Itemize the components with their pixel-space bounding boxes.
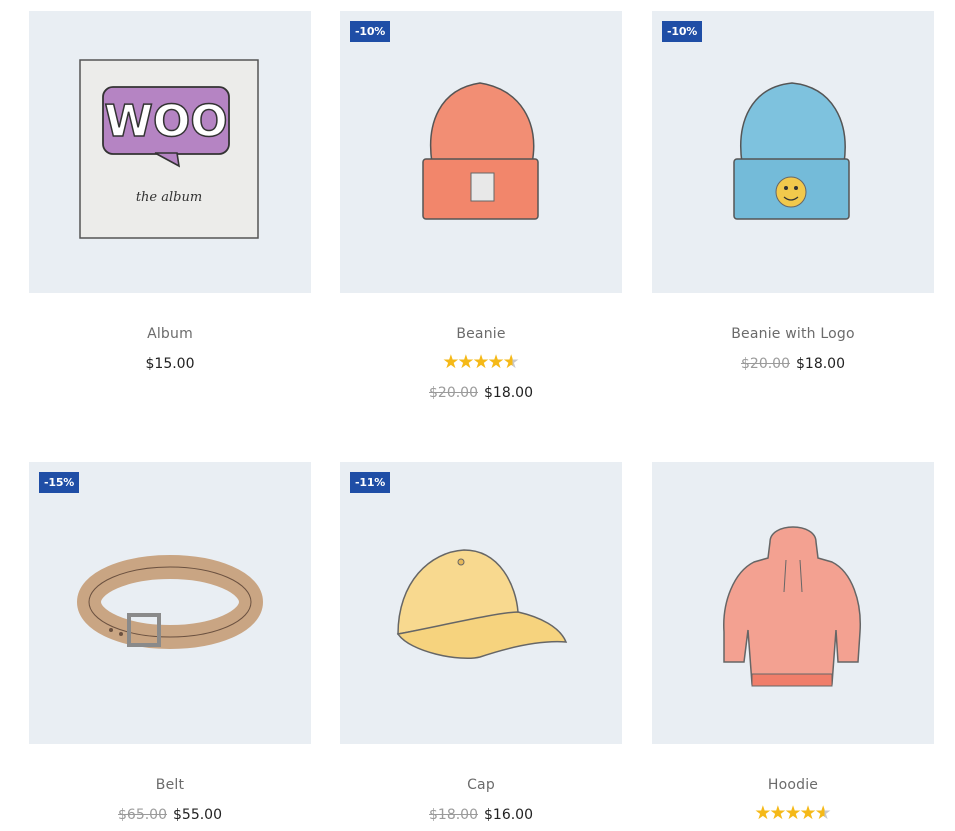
- current-price: $55.00: [173, 807, 222, 823]
- product-card: WOO the album Album $15.00: [29, 11, 311, 372]
- regular-price: $20.00: [741, 356, 790, 372]
- product-image-link[interactable]: -11%: [340, 462, 622, 744]
- regular-price: $20.00: [429, 385, 478, 401]
- product-title[interactable]: Beanie: [340, 326, 622, 342]
- sale-badge: -15%: [39, 472, 80, 493]
- product-card: -10% Beanie with Logo $20.00 $18.00: [652, 11, 934, 372]
- half-star-icon: ★: [814, 802, 832, 824]
- product-price: $65.00 $55.00: [29, 807, 311, 823]
- star-icon: ★: [784, 802, 802, 824]
- star-icon: ★: [487, 351, 505, 373]
- regular-price: $18.00: [429, 807, 478, 823]
- product-card: -10% Beanie ★★★★★ $20.00 $18.00: [340, 11, 622, 401]
- star-rating: ★★★★★: [652, 802, 934, 824]
- sale-badge: -10%: [350, 21, 391, 42]
- product-title[interactable]: Beanie with Logo: [652, 326, 934, 342]
- star-icon: ★: [472, 351, 490, 373]
- current-price: $18.00: [484, 385, 533, 401]
- product-image-link[interactable]: [652, 462, 934, 744]
- star-rating: ★★★★★: [340, 351, 622, 373]
- product-title[interactable]: Belt: [29, 777, 311, 793]
- product-image-link[interactable]: -10%: [652, 11, 934, 293]
- album-caption-text: the album: [136, 190, 202, 205]
- woo-album-image: WOO the album: [79, 59, 259, 239]
- current-price: $15.00: [145, 356, 195, 372]
- product-image-link[interactable]: WOO the album: [29, 11, 311, 293]
- orange-beanie-image: [422, 82, 539, 220]
- product-price: $20.00 $18.00: [652, 356, 934, 372]
- product-image-link[interactable]: -10%: [340, 11, 622, 293]
- product-title[interactable]: Hoodie: [652, 777, 934, 793]
- leather-belt-image: [77, 555, 263, 649]
- star-icon: ★: [799, 802, 817, 824]
- album-logo-text: WOO: [104, 96, 227, 147]
- yellow-cap-image: [396, 549, 568, 660]
- half-star-icon: ★: [502, 351, 520, 373]
- sale-badge: -11%: [350, 472, 391, 493]
- blue-beanie-image: [733, 82, 850, 220]
- regular-price: $65.00: [118, 807, 167, 823]
- product-card: -11% Cap $18.00 $16.00: [340, 462, 622, 823]
- product-title[interactable]: Album: [29, 326, 311, 342]
- product-price: $20.00 $18.00: [340, 385, 622, 401]
- product-price: $18.00 $16.00: [340, 807, 622, 823]
- current-price: $16.00: [484, 807, 533, 823]
- current-price: $18.00: [796, 356, 845, 372]
- product-title[interactable]: Cap: [340, 777, 622, 793]
- product-image-link[interactable]: -15%: [29, 462, 311, 744]
- sale-badge: -10%: [662, 21, 703, 42]
- product-card: -15% Belt $65.00 $55.00: [29, 462, 311, 823]
- product-card: Hoodie ★★★★★: [652, 462, 934, 824]
- pink-hoodie-image: [723, 526, 861, 687]
- product-price: $15.00: [29, 356, 311, 372]
